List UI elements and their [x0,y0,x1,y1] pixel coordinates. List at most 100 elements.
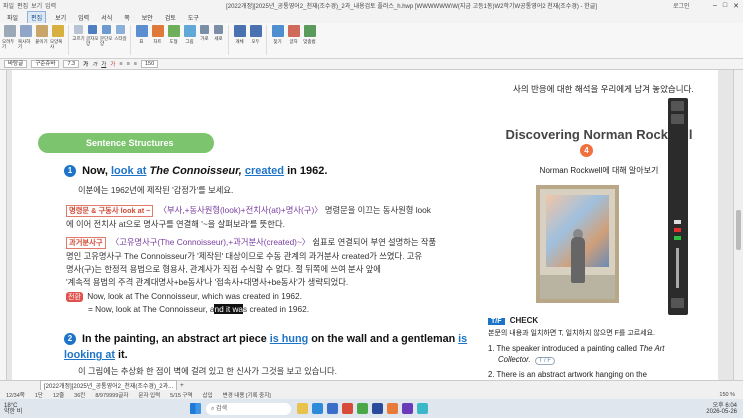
object-button[interactable]: 개체 [232,25,247,44]
spellcheck-icon [303,25,316,37]
close-icon[interactable]: ✕ [733,2,739,10]
weather-widget[interactable]: 18°C 약한 비 [0,403,60,415]
tf-instruction: 본문의 내용과 일치하면 T, 일치하지 않으면 F를 고르세요. [488,330,655,337]
char-button[interactable]: 글자 [286,25,301,44]
window-controls: – □ ✕ [713,2,743,10]
app-icon[interactable] [402,403,413,414]
table-icon [135,25,148,37]
section-title: Sentence Structures [38,133,214,153]
char-shape-button[interactable]: 글자모양 [86,25,99,46]
menu-insert[interactable]: 입력 [75,12,92,23]
view-menu-quick[interactable]: 보기 [31,1,42,10]
chart-button[interactable]: 차트 [150,25,165,44]
vertical-button[interactable]: 세로 [212,25,225,41]
page-top-text: 사의 반응에 대한 해석을 우리에게 남겨 놓았습니다. [513,84,694,94]
vertical-scrollbar[interactable] [733,70,743,392]
menu-view[interactable]: 보기 [52,12,69,23]
status-page: 12/34쪽 [6,392,25,399]
picture-button[interactable]: 그림 [182,25,197,44]
system-tray-clock[interactable]: 오후 6:04 2026-05-26 [706,403,743,415]
format-painter-button[interactable]: 모양복사 [50,25,65,49]
title-bar: 파일 편집 보기 입력 [2022개정][2025년_공통영어2_천재(조수경)… [0,0,743,11]
taskbar-apps [297,403,428,414]
minimize-icon[interactable]: – [713,2,717,10]
horizontal-button[interactable]: 가로 [198,25,211,41]
app-icon[interactable] [417,403,428,414]
menu-tools[interactable]: 도구 [185,12,202,23]
paste-button[interactable]: 붙이기 [34,25,49,44]
sentence-2: 2 In the painting, an abstract art piece… [64,333,468,361]
select-button[interactable]: 고르기 [72,25,85,41]
edge-icon[interactable] [312,403,323,414]
style-button[interactable]: 스타일 [114,25,127,41]
tf-question-1-line2: Collector. T / F [498,355,556,365]
sentence-1-translation: 이분에는 1962년에 제작된 '감정가'를 보세요. [78,185,234,195]
find-icon [271,25,284,37]
file-menu-quick[interactable]: 파일 [3,1,14,10]
connoisseur-painting-image [536,185,619,303]
menu-format[interactable]: 서식 [98,12,115,23]
login-button[interactable]: 로그인 [673,1,713,10]
menu-page[interactable]: 쪽 [121,12,133,23]
panel-button[interactable] [671,101,684,111]
align-right-icon[interactable]: ≡ [134,61,137,67]
insert-menu-quick[interactable]: 입력 [45,1,56,10]
para-shape-button[interactable]: 문단모양 [100,25,113,46]
app-icon[interactable] [357,403,368,414]
table-button[interactable]: 표 [134,25,149,44]
menu-file[interactable]: 파일 [4,12,21,23]
status-chars: 8/979999글자 [95,392,129,399]
align-left-icon[interactable]: ≡ [119,61,122,67]
bold-icon[interactable]: 가 [83,60,88,68]
cut-button[interactable]: 오려두기 [2,25,17,49]
font-color-icon[interactable]: 가 [110,60,115,68]
tf-choice[interactable]: T / F [534,357,556,365]
panel-button[interactable] [671,298,684,308]
panel-slider[interactable] [676,248,679,288]
add-tab-icon[interactable]: + [180,383,184,389]
menu-security[interactable]: 보안 [139,12,156,23]
align-center-icon[interactable]: ≡ [127,61,130,67]
windows-taskbar: 18°C 약한 비 ⌕ 검색 오후 6:04 2026-05-26 [0,399,743,418]
edit-menu-quick[interactable]: 편집 [17,1,28,10]
taskbar-search[interactable]: ⌕ 검색 [206,402,291,415]
all-button[interactable]: 모두 [248,25,263,44]
italic-icon[interactable]: 가 [92,60,97,68]
font-size-select[interactable]: 7.3 [63,60,80,68]
text-selection[interactable]: nd it wa [214,304,244,314]
hwp-icon[interactable] [372,403,383,414]
font-select[interactable]: 구준쥬바 [31,60,60,68]
verb-link: is hung [269,333,309,345]
transform-tag: 전환 [66,292,83,302]
sentence-2-translation: 이 그림에는 추상화 한 점이 벽에 걸려 있고 한 신사가 그것을 보고 있습… [78,366,337,376]
spellcheck-button[interactable]: 맞춤법 [302,25,317,44]
app-icon[interactable] [342,403,353,414]
file-explorer-icon[interactable] [297,403,308,414]
horizontal-icon [200,25,209,34]
divider [130,25,131,55]
scroll-thumb[interactable] [736,210,741,250]
maximize-icon[interactable]: □ [723,2,727,10]
find-button[interactable]: 찾기 [270,25,285,44]
shape-button[interactable]: 도형 [166,25,181,44]
menu-review[interactable]: 검토 [162,12,179,23]
tf-check-heading: T/F CHECK [488,316,538,325]
underline-icon[interactable]: 가 [101,60,106,68]
store-icon[interactable] [327,403,338,414]
menu-edit[interactable]: 편집 [27,10,47,24]
status-change[interactable]: 변경 내용 [기록 중지] [223,391,271,399]
document-page[interactable]: 사의 반응에 대한 해석을 우리에게 남겨 놓았습니다. Sentence St… [12,70,718,392]
tf-question-1: 1. The speaker introduced a painting cal… [488,344,665,353]
floating-tool-panel[interactable] [668,98,688,315]
zoom-level[interactable]: 150 % [719,392,735,398]
status-col: 36칸 [74,392,86,399]
windows-start-icon[interactable] [190,403,201,414]
panel-button[interactable] [671,114,684,124]
vertical-icon [214,25,223,34]
status-insert[interactable]: 삽입 [203,391,213,399]
grammar-note-1-line2: 에 이어 전치사 at으로 명사구를 연결해 '~을 살펴보라'를 뜻한다. [66,219,285,229]
zoom-select[interactable]: 150 [141,60,159,68]
app-icon[interactable] [387,403,398,414]
style-select[interactable]: 바탕글 [4,60,28,68]
copy-button[interactable]: 복사하기 [18,25,33,49]
